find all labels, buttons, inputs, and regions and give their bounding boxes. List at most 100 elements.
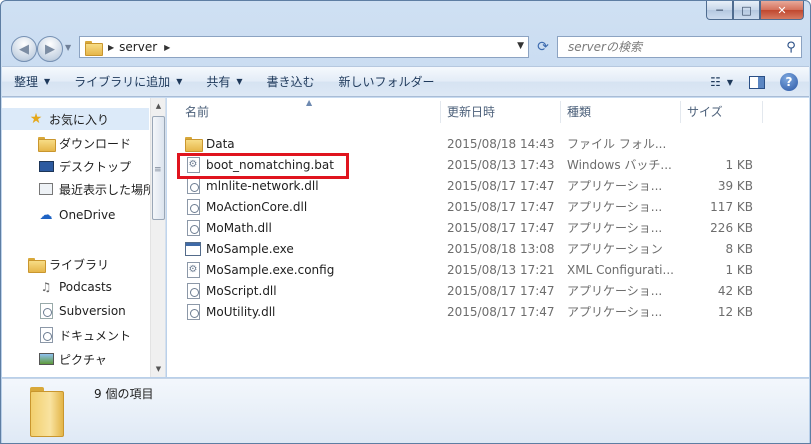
address-bar[interactable]: ▶ server ▶ ▼ bbox=[79, 36, 529, 58]
column-header-size[interactable]: サイズ bbox=[681, 98, 761, 125]
file-row[interactable]: MoScript.dll 2015/08/17 17:47 アプリケーショ... 42… bbox=[175, 280, 805, 301]
folder-icon bbox=[185, 136, 203, 152]
nav-item-libraries[interactable]: ライブラリ bbox=[2, 253, 109, 275]
file-date: 2015/08/13 17:21 bbox=[447, 262, 555, 277]
back-button[interactable]: ◀ bbox=[11, 36, 37, 62]
file-date: 2015/08/13 17:43 bbox=[447, 157, 555, 172]
nav-item-documents[interactable]: ドキュメント bbox=[2, 324, 131, 346]
column-header-name[interactable]: 名前 bbox=[179, 98, 439, 125]
nav-item-desktop[interactable]: デスクトップ bbox=[2, 155, 131, 177]
chevron-down-icon: ▼ bbox=[726, 77, 733, 87]
exe-icon bbox=[185, 241, 201, 257]
file-row[interactable]: MoSample.exe.config 2015/08/13 17:21 XML C… bbox=[175, 259, 805, 280]
change-view-button[interactable]: ☷ ▼ bbox=[704, 70, 739, 94]
file-size: 1 KB bbox=[725, 262, 753, 277]
recent-places-icon bbox=[38, 181, 54, 197]
dll-icon bbox=[185, 198, 201, 215]
minimize-button[interactable]: ─ bbox=[706, 1, 733, 20]
file-row[interactable]: MoSample.exe 2015/08/18 13:08 アプリケーション 8 KB bbox=[175, 238, 805, 259]
file-name-cell[interactable]: MoUtility.dll bbox=[185, 301, 275, 322]
column-header-date[interactable]: 更新日時 bbox=[441, 98, 559, 125]
add-to-library-button[interactable]: ライブラリに追加 ▼ bbox=[62, 70, 194, 94]
nav-item-downloads[interactable]: ダウンロード bbox=[2, 132, 131, 154]
file-size: 12 KB bbox=[717, 304, 753, 319]
file-name-cell[interactable]: MoActionCore.dll bbox=[185, 196, 307, 217]
file-row[interactable]: MoMath.dll 2015/08/17 17:47 アプリケーショ... 226 … bbox=[175, 217, 805, 238]
file-date: 2015/08/17 17:47 bbox=[447, 220, 555, 235]
nav-item-pictures[interactable]: ピクチャ bbox=[2, 348, 107, 370]
file-type: ファイル フォル... bbox=[567, 137, 667, 151]
document-icon bbox=[38, 303, 54, 319]
scrollbar-grip-icon: ≡ bbox=[154, 165, 162, 175]
column-header-label: サイズ bbox=[687, 105, 723, 119]
chevron-down-icon: ▼ bbox=[44, 77, 51, 86]
file-name-cell[interactable]: MoScript.dll bbox=[185, 280, 277, 301]
search-box[interactable]: ⚲ bbox=[557, 36, 802, 58]
file-size: 8 KB bbox=[725, 241, 753, 256]
preview-pane-button[interactable] bbox=[743, 70, 771, 94]
scroll-down-icon[interactable]: ▼ bbox=[151, 361, 165, 377]
dll-icon bbox=[185, 303, 201, 320]
nav-item-podcasts[interactable]: ♫ Podcasts bbox=[2, 276, 112, 298]
preview-pane-icon bbox=[749, 75, 765, 89]
file-name: MoMath.dll bbox=[206, 220, 272, 235]
file-name-cell[interactable]: MoSample.exe.config bbox=[185, 259, 334, 280]
nav-scrollbar[interactable]: ▲ ≡ ▼ bbox=[150, 98, 165, 377]
folder-icon bbox=[30, 387, 68, 437]
close-button[interactable]: ✕ bbox=[760, 1, 804, 20]
file-type: アプリケーショ... bbox=[567, 305, 663, 319]
recent-pages-dropdown[interactable]: ▼ bbox=[65, 43, 71, 52]
column-divider[interactable] bbox=[762, 101, 763, 123]
scroll-up-icon[interactable]: ▲ bbox=[151, 98, 165, 114]
nav-item-favorites[interactable]: ★ お気に入り bbox=[2, 108, 149, 130]
nav-item-recent-places[interactable]: 最近表示した場所 bbox=[2, 178, 155, 200]
file-name: MoScript.dll bbox=[206, 283, 277, 298]
folder-icon bbox=[85, 40, 103, 56]
share-button[interactable]: 共有 ▼ bbox=[194, 70, 254, 94]
organize-button[interactable]: 整理 ▼ bbox=[2, 70, 62, 94]
file-list: ▲ 名前 更新日時 種類 サイズ Data 2015/08/18 14:43 ファイ… bbox=[167, 98, 809, 377]
chevron-down-icon: ▼ bbox=[176, 77, 183, 86]
column-header-type[interactable]: 種類 bbox=[561, 98, 679, 125]
forward-button[interactable]: ▶ bbox=[37, 36, 63, 62]
command-bar: 整理 ▼ ライブラリに追加 ▼ 共有 ▼ 書き込む 新しいフォルダー ☷ ▼ ? bbox=[2, 66, 809, 97]
file-date: 2015/08/17 17:47 bbox=[447, 283, 555, 298]
search-icon[interactable]: ⚲ bbox=[781, 40, 801, 55]
file-type: アプリケーショ... bbox=[567, 284, 663, 298]
nav-item-subversion[interactable]: Subversion bbox=[2, 300, 126, 322]
back-arrow-icon: ◀ bbox=[19, 41, 29, 57]
breadcrumb-server[interactable]: server bbox=[119, 40, 157, 54]
library-icon bbox=[28, 256, 46, 273]
breadcrumb-arrow-icon[interactable]: ▶ bbox=[108, 43, 114, 52]
file-date: 2015/08/17 17:47 bbox=[447, 178, 555, 193]
file-size: 1 KB bbox=[725, 157, 753, 172]
nav-item-label: ライブラリ bbox=[49, 257, 110, 272]
file-row[interactable]: MoActionCore.dll 2015/08/17 17:47 アプリケーショ.… bbox=[175, 196, 805, 217]
document-icon bbox=[38, 327, 54, 343]
nav-item-onedrive[interactable]: ☁ OneDrive bbox=[2, 204, 116, 226]
maximize-button[interactable]: □ bbox=[733, 1, 760, 20]
file-date: 2015/08/17 17:47 bbox=[447, 304, 555, 319]
file-size: 226 KB bbox=[710, 220, 753, 235]
dll-icon bbox=[185, 282, 201, 299]
column-header-label: 更新日時 bbox=[447, 105, 496, 119]
search-input[interactable] bbox=[558, 40, 781, 54]
config-file-icon bbox=[185, 261, 201, 278]
file-row[interactable]: MoUtility.dll 2015/08/17 17:47 アプリケーショ... 1… bbox=[175, 301, 805, 322]
file-row[interactable]: Data 2015/08/18 14:43 ファイル フォル... bbox=[175, 133, 805, 154]
new-folder-label: 新しいフォルダー bbox=[338, 75, 435, 89]
file-name-cell[interactable]: MoSample.exe bbox=[185, 238, 294, 259]
new-folder-button[interactable]: 新しいフォルダー bbox=[327, 70, 447, 94]
nav-item-label: デスクトップ bbox=[59, 159, 132, 174]
chevron-down-icon: ▼ bbox=[236, 77, 243, 86]
nav-item-label: お気に入り bbox=[49, 112, 110, 127]
refresh-button[interactable]: ⟳ bbox=[531, 36, 555, 58]
nav-item-label: Podcasts bbox=[59, 280, 112, 294]
help-button[interactable]: ? bbox=[775, 70, 803, 94]
breadcrumb-arrow-icon[interactable]: ▶ bbox=[164, 43, 170, 52]
file-name-cell[interactable]: MoMath.dll bbox=[185, 217, 272, 238]
burn-button[interactable]: 書き込む bbox=[255, 70, 327, 94]
file-type: アプリケーショ... bbox=[567, 179, 663, 193]
address-dropdown-icon[interactable]: ▼ bbox=[517, 41, 524, 51]
file-name-cell[interactable]: Data bbox=[185, 133, 235, 154]
